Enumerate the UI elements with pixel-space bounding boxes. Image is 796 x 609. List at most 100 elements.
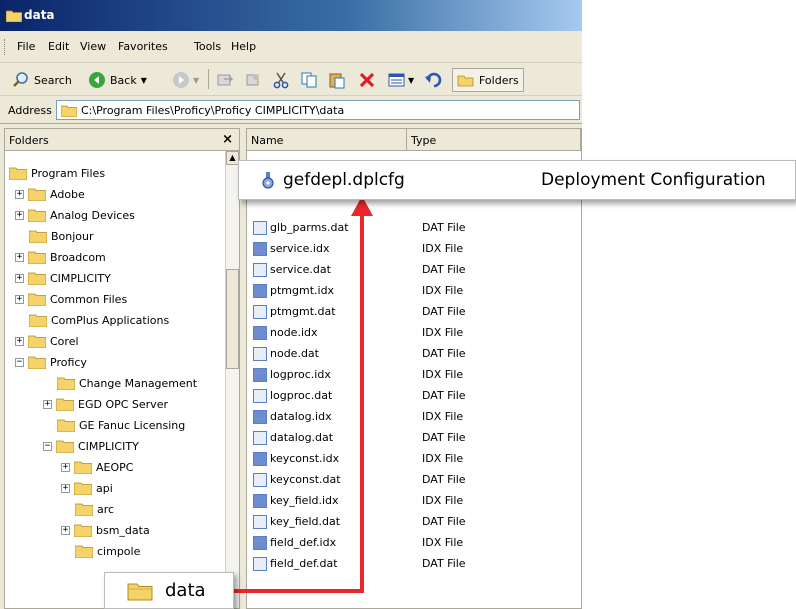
config-file-icon <box>262 172 274 189</box>
folder-icon <box>28 335 46 348</box>
tree-item[interactable]: + Corel <box>15 331 79 351</box>
file-row[interactable]: logproc.idx IDX File <box>253 364 573 385</box>
undo-button[interactable] <box>424 68 442 92</box>
folder-icon <box>29 314 47 327</box>
folders-icon <box>457 75 474 87</box>
delete-button[interactable] <box>358 68 376 92</box>
folder-callout: data <box>104 572 234 609</box>
tree-item-label: Change Management <box>79 376 198 390</box>
address-field[interactable]: C:\Program Files\Proficy\Proficy CIMPLIC… <box>56 100 580 120</box>
idx-file-icon <box>253 493 267 508</box>
tree-item[interactable]: + api <box>61 478 113 498</box>
copy-to-button[interactable] <box>244 68 262 92</box>
cut-button[interactable] <box>272 68 290 92</box>
file-row[interactable]: service.idx IDX File <box>253 238 573 259</box>
tree-item[interactable]: + Broadcom <box>15 247 106 267</box>
file-row[interactable]: service.dat DAT File <box>253 259 573 280</box>
tree-item[interactable]: + EGD OPC Server <box>43 394 168 414</box>
tree-item[interactable]: + Adobe <box>15 184 85 204</box>
tree-item[interactable]: + bsm_data <box>61 520 150 540</box>
paste-button[interactable] <box>328 68 346 92</box>
menu-file[interactable]: File <box>14 40 38 53</box>
tree-expander-icon[interactable]: + <box>15 252 24 262</box>
file-row[interactable]: key_field.idx IDX File <box>253 490 573 511</box>
tree-expander-icon[interactable]: + <box>61 525 70 535</box>
back-button[interactable]: Back ▼ <box>88 68 147 92</box>
search-icon <box>13 72 28 87</box>
tree-expander-icon[interactable]: + <box>15 336 24 346</box>
file-row[interactable]: field_def.dat DAT File <box>253 553 573 574</box>
menu-view[interactable]: View <box>77 40 109 53</box>
search-button[interactable]: Search <box>12 68 72 92</box>
tree-item-label: Corel <box>50 334 79 348</box>
column-header-name[interactable]: Name <box>247 129 407 151</box>
tree-item[interactable]: Bonjour <box>29 226 94 246</box>
close-icon[interactable]: × <box>222 132 233 147</box>
tree-expander-icon[interactable]: + <box>15 273 24 283</box>
file-row[interactable]: keyconst.idx IDX File <box>253 448 573 469</box>
tree-item[interactable]: + AEOPC <box>61 457 133 477</box>
tree-item-label: CIMPLICITY <box>50 271 111 285</box>
tree-item[interactable]: arc <box>75 499 114 519</box>
move-to-button[interactable] <box>216 68 234 92</box>
copy-to-icon <box>246 74 259 86</box>
tree-expander-icon[interactable]: − <box>43 441 52 451</box>
undo-icon <box>425 72 442 88</box>
file-row[interactable]: ptmgmt.dat DAT File <box>253 301 573 322</box>
folders-button[interactable]: Folders <box>452 68 524 92</box>
file-row[interactable]: glb_parms.dat DAT File <box>253 217 573 238</box>
tree-item-label: cimpole <box>97 544 141 558</box>
tree-expander-icon[interactable]: + <box>61 462 70 472</box>
folders-pane-header: Folders × <box>5 129 239 151</box>
folders-pane: Folders × Program Files + Adobe + Analog Dev… <box>4 128 240 609</box>
tree-item[interactable]: + Common Files <box>15 289 127 309</box>
folder-icon <box>56 398 74 411</box>
tree-expander-icon[interactable]: + <box>15 210 24 220</box>
tree-item[interactable]: Change Management <box>57 373 197 393</box>
file-row[interactable]: logproc.dat DAT File <box>253 385 573 406</box>
tree-expander-icon[interactable]: + <box>15 189 24 199</box>
file-row[interactable]: datalog.idx IDX File <box>253 406 573 427</box>
dat-file-icon <box>253 514 267 529</box>
tree-item-label: Adobe <box>50 187 85 201</box>
tree-scrollbar[interactable]: ▲ <box>225 151 239 608</box>
tree-item[interactable]: − Proficy <box>15 352 87 372</box>
views-button[interactable]: ▼ <box>388 68 414 92</box>
tree-item[interactable]: + Analog Devices <box>15 205 135 225</box>
forward-dropdown-icon[interactable]: ▼ <box>193 76 199 85</box>
file-row[interactable]: keyconst.dat DAT File <box>253 469 573 490</box>
tree-expander-icon[interactable]: + <box>61 483 70 493</box>
menu-favorites[interactable]: Favorites <box>115 40 171 53</box>
back-dropdown-icon[interactable]: ▼ <box>141 76 147 85</box>
tree-item[interactable]: ComPlus Applications <box>29 310 169 330</box>
tree-expander-icon[interactable]: − <box>15 357 24 367</box>
views-dropdown-icon[interactable]: ▼ <box>408 76 414 85</box>
file-row[interactable]: node.dat DAT File <box>253 343 573 364</box>
forward-button[interactable]: ▼ <box>172 68 199 92</box>
tree-item[interactable]: Program Files <box>9 163 105 183</box>
file-row[interactable]: ptmgmt.idx IDX File <box>253 280 573 301</box>
scroll-thumb[interactable] <box>226 269 239 369</box>
idx-file-icon <box>253 409 267 424</box>
tree-item[interactable]: cimpole <box>75 541 140 561</box>
column-header-type[interactable]: Type <box>407 129 581 151</box>
tree-expander-icon[interactable]: + <box>15 294 24 304</box>
file-row[interactable]: datalog.dat DAT File <box>253 427 573 448</box>
menu-edit[interactable]: Edit <box>45 40 72 53</box>
toolbar-grip[interactable] <box>4 39 7 55</box>
copy-button[interactable] <box>300 68 318 92</box>
menu-tools[interactable]: Tools <box>191 40 224 53</box>
file-row[interactable]: field_def.idx IDX File <box>253 532 573 553</box>
folder-icon <box>29 230 47 243</box>
tree-expander-icon[interactable]: + <box>43 399 52 409</box>
menu-help[interactable]: Help <box>228 40 259 53</box>
tree-item[interactable]: GE Fanuc Licensing <box>57 415 185 435</box>
file-row[interactable]: node.idx IDX File <box>253 322 573 343</box>
dat-file-icon <box>253 430 267 445</box>
folder-icon <box>28 272 46 285</box>
file-row[interactable]: key_field.dat DAT File <box>253 511 573 532</box>
tree-item[interactable]: + CIMPLICITY <box>15 268 111 288</box>
file-name: keyconst.idx <box>270 452 340 465</box>
idx-file-icon <box>253 535 267 550</box>
tree-item[interactable]: − CIMPLICITY <box>43 436 139 456</box>
